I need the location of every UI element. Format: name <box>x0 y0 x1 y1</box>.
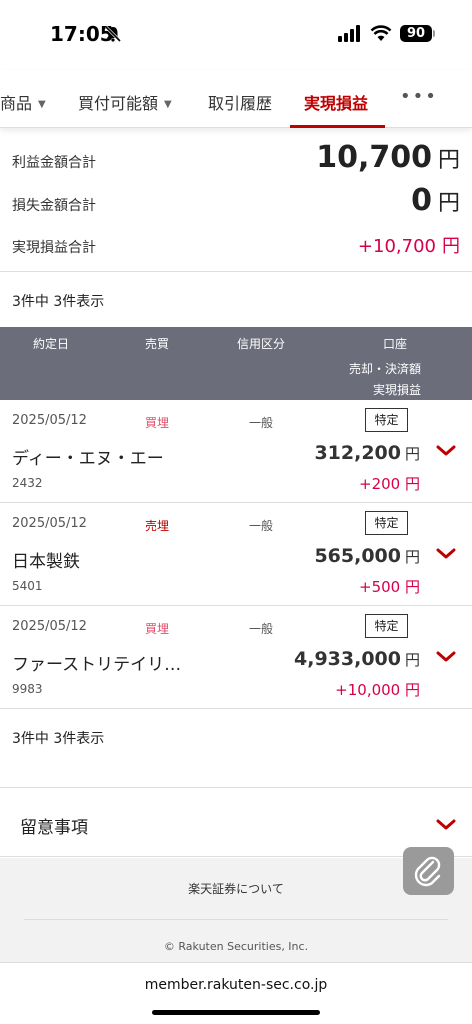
loss-total-value: 0円 <box>411 183 460 218</box>
battery-tip <box>433 30 435 37</box>
row-settle-amount: 312,200 円 <box>314 442 420 464</box>
realized-total-amount: +10,700 <box>357 236 436 257</box>
footer-divider <box>24 919 448 920</box>
row-trade-type: 買埋 <box>145 622 170 636</box>
loss-total-row: 損失金額合計 0円 <box>0 183 472 223</box>
chevron-down-icon[interactable] <box>436 650 456 664</box>
row-date: 2025/05/12 <box>12 619 87 634</box>
col-trade: 売買 <box>145 337 170 351</box>
col-realized-pnl: 実現損益 <box>372 383 421 397</box>
row-stock-code: 5401 <box>12 579 43 593</box>
result-count-bottom: 3件中 3件表示 <box>12 731 105 747</box>
wifi-icon <box>370 25 392 41</box>
caret-down-icon: ▼ <box>164 99 172 110</box>
profit-total-label: 利益金額合計 <box>12 155 96 171</box>
row-realized-pnl: +10,000 円 <box>335 681 420 699</box>
realized-total-value: +10,700 円 <box>358 232 460 258</box>
row-margin-type: 一般 <box>249 622 274 636</box>
row-settle-amount: 4,933,000 円 <box>294 648 420 670</box>
tab-buying-power[interactable]: 買付可能額 ▼ <box>78 90 172 114</box>
yen-unit: 円 <box>442 236 460 257</box>
table-row[interactable]: 2025/05/12 買埋 一般 特定 ファーストリテイリ… 9983 4,93… <box>0 606 472 709</box>
row-date: 2025/05/12 <box>12 413 87 428</box>
row-margin-type: 一般 <box>249 416 274 430</box>
status-bar: 17:05 90 <box>0 0 472 68</box>
browser-url-bar[interactable]: member.rakuten-sec.co.jp <box>0 962 472 1024</box>
row-account-badge: 特定 <box>365 511 408 535</box>
tab-buying-power-label: 買付可能額 <box>78 94 159 113</box>
yen-unit: 円 <box>404 651 420 669</box>
realized-total-row: 実現損益合計 +10,700 円 <box>0 230 472 262</box>
row-settle-amount: 565,000 円 <box>314 545 420 567</box>
row-account-badge: 特定 <box>365 408 408 432</box>
notes-title: 留意事項 <box>20 818 88 838</box>
copyright: © Rakuten Securities, Inc. <box>163 940 309 953</box>
bell-muted-icon <box>104 25 122 43</box>
about-link[interactable]: 楽天証券について <box>0 880 472 897</box>
notes-accordion[interactable]: 留意事項 <box>0 787 472 857</box>
row-realized-pnl: +500 円 <box>359 578 420 596</box>
more-icon[interactable]: ••• <box>400 86 438 107</box>
table-row[interactable]: 2025/05/12 買埋 一般 特定 ディー・エヌ・エー 2432 312,2… <box>0 400 472 503</box>
row-trade-type: 売埋 <box>145 519 170 533</box>
battery-icon: 90 <box>400 25 432 42</box>
home-indicator[interactable] <box>152 1010 320 1015</box>
yen-unit: 円 <box>404 445 420 463</box>
yen-unit: 円 <box>404 548 420 566</box>
chevron-down-icon[interactable] <box>436 818 456 832</box>
profit-total-value: 10,700 円 <box>316 140 460 175</box>
paperclip-icon <box>414 856 441 887</box>
tab-realized-pnl[interactable]: 実現損益 <box>304 90 368 114</box>
result-count: 3件中 3件表示 <box>12 294 105 310</box>
caret-down-icon: ▼ <box>38 99 46 110</box>
row-account-badge: 特定 <box>365 614 408 638</box>
row-settle-value: 565,000 <box>314 545 401 567</box>
row-stock-name: ディー・エヌ・エー <box>12 449 164 469</box>
row-date: 2025/05/12 <box>12 516 87 531</box>
row-margin-type: 一般 <box>249 519 274 533</box>
table-row[interactable]: 2025/05/12 売埋 一般 特定 日本製鉄 5401 565,000 円 +… <box>0 503 472 606</box>
cellular-signal-icon <box>338 25 360 42</box>
col-account: 口座 <box>383 337 408 351</box>
tab-trade-history[interactable]: 取引履歴 <box>208 90 272 114</box>
tab-bar: 商品 ▼ 買付可能額 ▼ 取引履歴 実現損益 ••• <box>0 70 472 128</box>
attachment-button[interactable] <box>403 847 454 895</box>
profit-total-row: 利益金額合計 10,700 円 <box>0 140 472 180</box>
col-margin: 信用区分 <box>237 337 286 351</box>
table-header: 約定日 売買 信用区分 口座 売却・決済額 実現損益 <box>0 327 472 400</box>
row-settle-value: 4,933,000 <box>294 648 401 670</box>
loss-total-label: 損失金額合計 <box>12 198 96 214</box>
divider <box>0 271 472 272</box>
profit-total-amount: 10,700 <box>316 140 432 175</box>
loss-total-amount: 0 <box>411 183 432 218</box>
yen-unit: 円 <box>437 148 460 173</box>
row-stock-name: 日本製鉄 <box>12 552 80 572</box>
col-date: 約定日 <box>33 337 70 351</box>
realized-total-label: 実現損益合計 <box>12 240 96 256</box>
tab-products-label: 商品 <box>0 94 33 113</box>
row-stock-name: ファーストリテイリ… <box>12 655 182 675</box>
col-settle-amount: 売却・決済額 <box>348 362 421 376</box>
chevron-down-icon[interactable] <box>436 444 456 458</box>
tab-products[interactable]: 商品 ▼ <box>0 90 46 114</box>
row-stock-code: 2432 <box>12 476 43 490</box>
yen-unit: 円 <box>437 191 460 216</box>
row-settle-value: 312,200 <box>314 442 401 464</box>
row-realized-pnl: +200 円 <box>359 475 420 493</box>
url-text: member.rakuten-sec.co.jp <box>144 977 328 993</box>
active-tab-indicator <box>290 125 385 128</box>
row-stock-code: 9983 <box>12 682 43 696</box>
row-trade-type: 買埋 <box>145 416 170 430</box>
chevron-down-icon[interactable] <box>436 547 456 561</box>
footer: 楽天証券について © Rakuten Securities, Inc. <box>0 858 472 962</box>
